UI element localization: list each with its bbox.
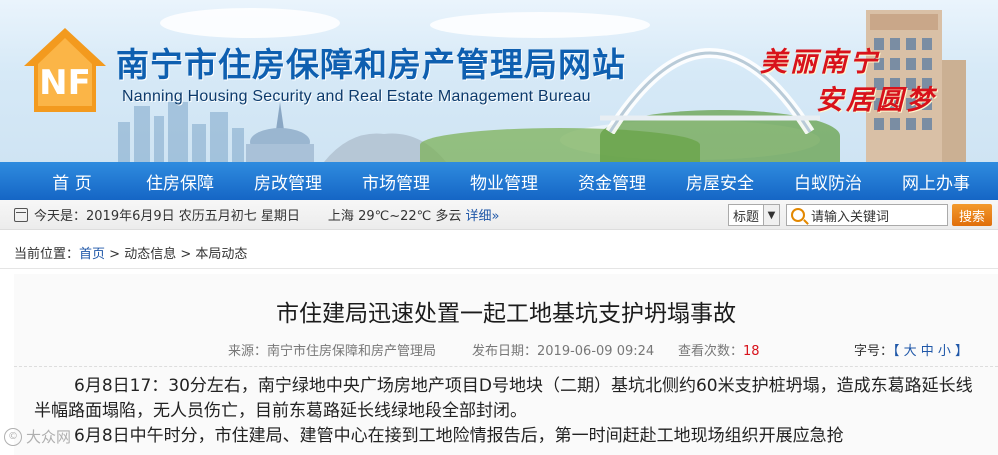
nav-housing-security[interactable]: 住房保障 bbox=[126, 169, 234, 194]
article-body: 6月8日17：30分左右，南宁绿地中央广场房地产项目D号地块（二期）基坑北侧约6… bbox=[34, 374, 984, 449]
landmark-tower-decoration bbox=[246, 102, 314, 162]
header-banner: NF 南宁市住房保障和房产管理局网站 Nanning Housing Secur… bbox=[0, 0, 998, 162]
watermark-logo-icon: © bbox=[4, 427, 22, 446]
divider bbox=[0, 268, 998, 269]
article-paragraph: 6月8日中午时分，市住建局、建管中心在接到工地险情报告后，第一时间赶赴工地现场组… bbox=[74, 426, 844, 446]
search-icon bbox=[791, 208, 805, 222]
article-meta: 来源：南宁市住房保障和房产管理局 发布日期：2019-06-09 09:24 查… bbox=[14, 340, 998, 359]
search-button[interactable]: 搜索 bbox=[952, 204, 992, 226]
nav-funds[interactable]: 资金管理 bbox=[558, 169, 666, 194]
search-input[interactable]: 请输入关键词 bbox=[786, 204, 948, 226]
weather-temperature: 29℃~22℃ bbox=[358, 209, 432, 224]
nav-termite[interactable]: 白蚁防治 bbox=[774, 169, 882, 194]
slogan-line-1: 美丽南宁 bbox=[760, 47, 880, 78]
source-value: 南宁市住房保障和房产管理局 bbox=[267, 344, 437, 359]
nav-property[interactable]: 物业管理 bbox=[450, 169, 558, 194]
source-label: 来源： bbox=[228, 344, 268, 359]
site-title-english: Nanning Housing Security and Real Estate… bbox=[122, 88, 591, 105]
date-value: 2019-06-09 09:24 bbox=[537, 344, 655, 359]
weather-condition: 多云 bbox=[435, 209, 462, 224]
breadcrumb-home-link[interactable]: 首页 bbox=[79, 247, 105, 262]
weather-city: 上海 bbox=[327, 209, 354, 224]
source-watermark: © 大众网 bbox=[4, 426, 71, 447]
logo-text: NF bbox=[39, 63, 91, 103]
font-size-options[interactable]: 【 大 中 小 】 bbox=[893, 344, 968, 359]
current-date: 今天是：2019年6月9日 农历五月初七 星期日 bbox=[34, 209, 300, 224]
slogan-line-2: 安居圆梦 bbox=[816, 85, 936, 116]
search-type-value: 标题 bbox=[733, 209, 760, 225]
watermark-text: 大众网 bbox=[26, 428, 72, 446]
nav-house-safety[interactable]: 房屋安全 bbox=[666, 169, 774, 194]
building-decoration bbox=[134, 106, 150, 162]
nav-online-service[interactable]: 网上办事 bbox=[882, 169, 990, 194]
info-bar: 今天是：2019年6月9日 农历五月初七 星期日 上海 29℃~22℃ 多云 详… bbox=[0, 200, 998, 230]
search-placeholder: 请输入关键词 bbox=[811, 209, 890, 225]
bureau-logo-icon: NF bbox=[24, 28, 106, 112]
font-size-label: 字号： bbox=[854, 344, 894, 359]
building-decoration bbox=[118, 122, 130, 162]
building-decoration bbox=[192, 124, 206, 162]
views-label: 查看次数： bbox=[678, 344, 744, 359]
site-title: 南宁市住房保障和房产管理局网站 bbox=[116, 45, 626, 84]
cloud-decoration bbox=[160, 8, 340, 38]
breadcrumb-path: > 动态信息 > 本局动态 bbox=[105, 247, 248, 262]
article-title: 市住建局迅速处置一起工地基坑支护坍塌事故 bbox=[276, 301, 736, 327]
calendar-icon bbox=[14, 207, 28, 222]
article-date: 发布日期：2019-06-09 09:24 bbox=[472, 340, 654, 359]
article-source: 来源：南宁市住房保障和房产管理局 bbox=[228, 340, 436, 359]
building-decoration bbox=[210, 112, 228, 162]
main-nav: 首 页 住房保障 房改管理 市场管理 物业管理 资金管理 房屋安全 白蚁防治 网… bbox=[0, 162, 998, 200]
weather-info: 上海 29℃~22℃ 多云 详细» bbox=[328, 205, 500, 224]
divider bbox=[14, 366, 998, 367]
font-size-control: 字号：【 大 中 小 】 bbox=[854, 340, 968, 359]
search-area: 标题 ▼ 请输入关键词 搜索 bbox=[728, 204, 992, 226]
nav-housing-reform[interactable]: 房改管理 bbox=[234, 169, 342, 194]
chevron-down-icon[interactable]: ▼ bbox=[763, 205, 779, 225]
article-paragraph: 6月8日17：30分左右，南宁绿地中央广场房地产项目D号地块（二期）基坑北侧约6… bbox=[34, 376, 973, 421]
nav-home[interactable]: 首 页 bbox=[18, 169, 126, 194]
building-decoration bbox=[154, 116, 164, 162]
article-views: 查看次数：18 bbox=[678, 340, 760, 359]
breadcrumb-prefix: 当前位置： bbox=[14, 247, 80, 262]
search-type-select[interactable]: 标题 ▼ bbox=[728, 204, 780, 226]
views-count: 18 bbox=[743, 344, 760, 359]
building-decoration bbox=[168, 102, 188, 162]
nav-market[interactable]: 市场管理 bbox=[342, 169, 450, 194]
date-label: 发布日期： bbox=[472, 344, 538, 359]
weather-detail-link[interactable]: 详细» bbox=[466, 209, 500, 224]
breadcrumb: 当前位置：首页 > 动态信息 > 本局动态 bbox=[14, 243, 247, 262]
article-panel: 市住建局迅速处置一起工地基坑支护坍塌事故 来源：南宁市住房保障和房产管理局 发布… bbox=[14, 274, 998, 455]
